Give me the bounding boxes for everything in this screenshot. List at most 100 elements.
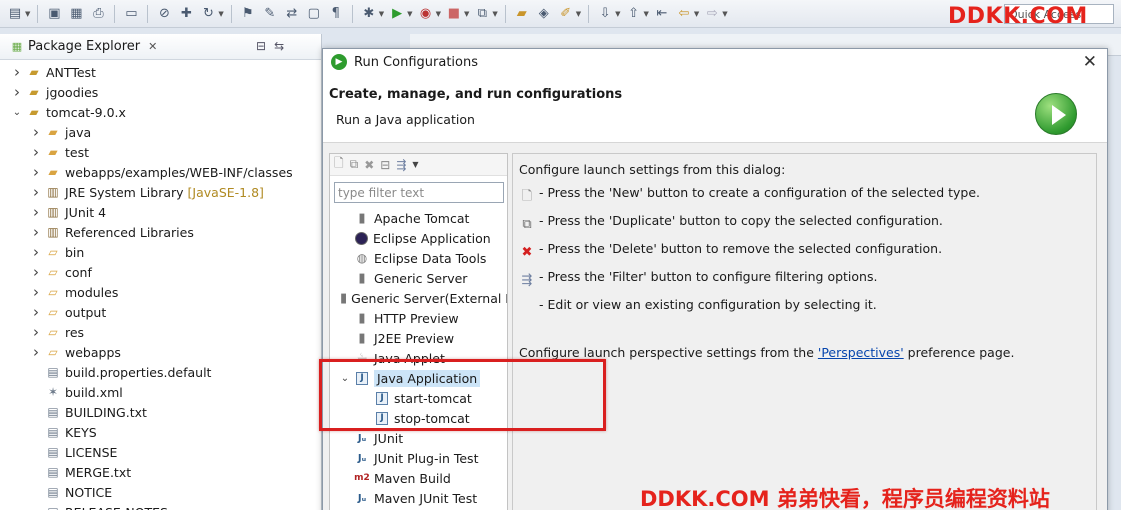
- configuration-item[interactable]: Jstop-tomcat: [330, 408, 507, 428]
- chevron-right-icon[interactable]: ›: [29, 183, 43, 201]
- chevron-right-icon[interactable]: ›: [29, 123, 43, 141]
- tree-item[interactable]: ✶ build.xml: [0, 382, 320, 402]
- tree-item[interactable]: › ▥ Referenced Libraries: [0, 222, 320, 242]
- configuration-type[interactable]: ▮Generic Server(External Launch): [330, 288, 507, 308]
- configuration-type[interactable]: ▮ Apache Tomcat: [330, 208, 507, 228]
- skip-breakpoints-icon[interactable]: ⊘: [155, 5, 173, 23]
- pen-icon[interactable]: ✐: [557, 5, 575, 23]
- configuration-item[interactable]: Jstart-tomcat: [330, 388, 507, 408]
- tree-item[interactable]: › ▰ webapps/examples/WEB-INF/classes: [0, 162, 320, 182]
- server-icon[interactable]: ⧉: [473, 5, 491, 23]
- stop-dropdown-icon[interactable]: ▼: [464, 10, 469, 18]
- debug-icon[interactable]: ✱: [360, 5, 378, 23]
- tree-item[interactable]: ▤ LICENSE: [0, 442, 320, 462]
- collapse-all-icon[interactable]: ⊟: [380, 158, 390, 172]
- run-dropdown-icon[interactable]: ▼: [407, 10, 412, 18]
- tree-item[interactable]: › ▱ bin: [0, 242, 320, 262]
- configuration-type[interactable]: Eclipse Application: [330, 228, 507, 248]
- last-edit-icon[interactable]: ⇤: [653, 5, 671, 23]
- new-configuration-icon[interactable]: 🗋: [334, 154, 344, 175]
- delete-configuration-icon[interactable]: ✖: [364, 158, 374, 172]
- tree-item[interactable]: ▤ KEYS: [0, 422, 320, 442]
- link-editor-icon[interactable]: ⇆: [274, 39, 284, 53]
- tree-item[interactable]: ▤ build.properties.default: [0, 362, 320, 382]
- filter-dropdown-icon[interactable]: ▼: [412, 160, 418, 169]
- prev-annotation-dropdown-icon[interactable]: ▼: [644, 10, 649, 18]
- forward-icon[interactable]: ⇨: [703, 5, 721, 23]
- filter-configurations-icon[interactable]: ⇶: [396, 158, 406, 172]
- new-dropdown-icon[interactable]: ▼: [25, 10, 30, 18]
- external-tools-dropdown-icon[interactable]: ▼: [436, 10, 441, 18]
- tree-item[interactable]: › ▱ output: [0, 302, 320, 322]
- search-refs-icon[interactable]: ✎: [261, 5, 279, 23]
- run-external-tools-icon[interactable]: ◉: [417, 5, 435, 23]
- chevron-right-icon[interactable]: ›: [29, 343, 43, 361]
- configuration-type[interactable]: Jᵤ JUnit Plug-in Test: [330, 448, 507, 468]
- tree-item[interactable]: › ▥ JRE System Library [JavaSE-1.8]: [0, 182, 320, 202]
- open-folder-icon[interactable]: ▰: [513, 5, 531, 23]
- tree-item[interactable]: › ▰ ANTTest: [0, 62, 320, 82]
- chevron-right-icon[interactable]: ›: [29, 223, 43, 241]
- chevron-right-icon[interactable]: ›: [29, 163, 43, 181]
- configuration-type[interactable]: ⌄ J Java Application: [330, 368, 507, 388]
- open-type-icon[interactable]: ▢: [305, 5, 323, 23]
- collapse-all-icon[interactable]: ⊟: [256, 39, 266, 53]
- tree-item[interactable]: › ▥ JUnit 4: [0, 202, 320, 222]
- chevron-down-icon[interactable]: ⌄: [338, 373, 352, 384]
- show-whitespace-icon[interactable]: ¶: [327, 5, 345, 23]
- chevron-right-icon[interactable]: ›: [29, 283, 43, 301]
- tree-item[interactable]: › ▱ modules: [0, 282, 320, 302]
- configuration-type[interactable]: ▮ Generic Server: [330, 268, 507, 288]
- next-annotation-icon[interactable]: ⇩: [596, 5, 614, 23]
- back-icon[interactable]: ⇦: [675, 5, 693, 23]
- tree-item[interactable]: ▤ RELEASE-NOTES: [0, 502, 320, 510]
- tree-item[interactable]: › ▰ test: [0, 142, 320, 162]
- dialog-close-icon[interactable]: ✕: [1083, 52, 1097, 72]
- chevron-right-icon[interactable]: ›: [29, 263, 43, 281]
- stop-icon[interactable]: ■: [445, 5, 463, 23]
- save-all-icon[interactable]: ▦: [67, 5, 85, 23]
- configuration-type[interactable]: Jᵤ Maven JUnit Test: [330, 488, 507, 508]
- chevron-right-icon[interactable]: ›: [29, 323, 43, 341]
- configuration-type[interactable]: ▮ HTTP Preview: [330, 308, 507, 328]
- tree-item[interactable]: ▤ BUILDING.txt: [0, 402, 320, 422]
- tree-item[interactable]: ▤ NOTICE: [0, 482, 320, 502]
- mark-icon[interactable]: ⚑: [239, 5, 257, 23]
- chevron-down-icon[interactable]: ⌄: [10, 107, 24, 118]
- chevron-right-icon[interactable]: ›: [10, 83, 24, 101]
- tree-item[interactable]: ▤ MERGE.txt: [0, 462, 320, 482]
- pen-dropdown-icon[interactable]: ▼: [576, 10, 581, 18]
- print-icon[interactable]: ⎙: [89, 5, 107, 23]
- open-task-icon[interactable]: ◈: [535, 5, 553, 23]
- tree-item[interactable]: › ▱ conf: [0, 262, 320, 282]
- server-dropdown-icon[interactable]: ▼: [492, 10, 497, 18]
- chevron-right-icon[interactable]: ›: [29, 303, 43, 321]
- new-icon[interactable]: ▤: [6, 5, 24, 23]
- filter-input[interactable]: [334, 182, 504, 203]
- run-icon[interactable]: ▶: [388, 5, 406, 23]
- configuration-type[interactable]: ◍ Eclipse Data Tools: [330, 248, 507, 268]
- configuration-type[interactable]: ▮ J2EE Preview: [330, 328, 507, 348]
- chevron-right-icon[interactable]: ›: [29, 203, 43, 221]
- sync-icon[interactable]: ⇄: [283, 5, 301, 23]
- debug-dropdown-icon[interactable]: ▼: [379, 10, 384, 18]
- tree-item[interactable]: › ▱ webapps: [0, 342, 320, 362]
- duplicate-configuration-icon[interactable]: ⧉: [350, 157, 359, 172]
- configuration-type[interactable]: Jᵤ JUnit: [330, 428, 507, 448]
- save-icon[interactable]: ▣: [45, 5, 63, 23]
- configuration-type[interactable]: ☕ Java Applet: [330, 348, 507, 368]
- configuration-type[interactable]: m2 Maven Build: [330, 468, 507, 488]
- tree-item[interactable]: › ▰ jgoodies: [0, 82, 320, 102]
- close-icon[interactable]: ✕: [148, 40, 157, 53]
- perspectives-link[interactable]: 'Perspectives': [818, 345, 904, 360]
- next-annotation-dropdown-icon[interactable]: ▼: [615, 10, 620, 18]
- tree-item[interactable]: › ▱ res: [0, 322, 320, 342]
- new-java-project-icon[interactable]: ✚: [177, 5, 195, 23]
- forward-dropdown-icon[interactable]: ▼: [722, 10, 727, 18]
- tree-item[interactable]: ⌄ ▰ tomcat-9.0.x: [0, 102, 320, 122]
- back-dropdown-icon[interactable]: ▼: [694, 10, 699, 18]
- chevron-right-icon[interactable]: ›: [29, 243, 43, 261]
- chevron-right-icon[interactable]: ›: [29, 143, 43, 161]
- refresh-dropdown-icon[interactable]: ▼: [218, 10, 223, 18]
- prev-annotation-icon[interactable]: ⇧: [625, 5, 643, 23]
